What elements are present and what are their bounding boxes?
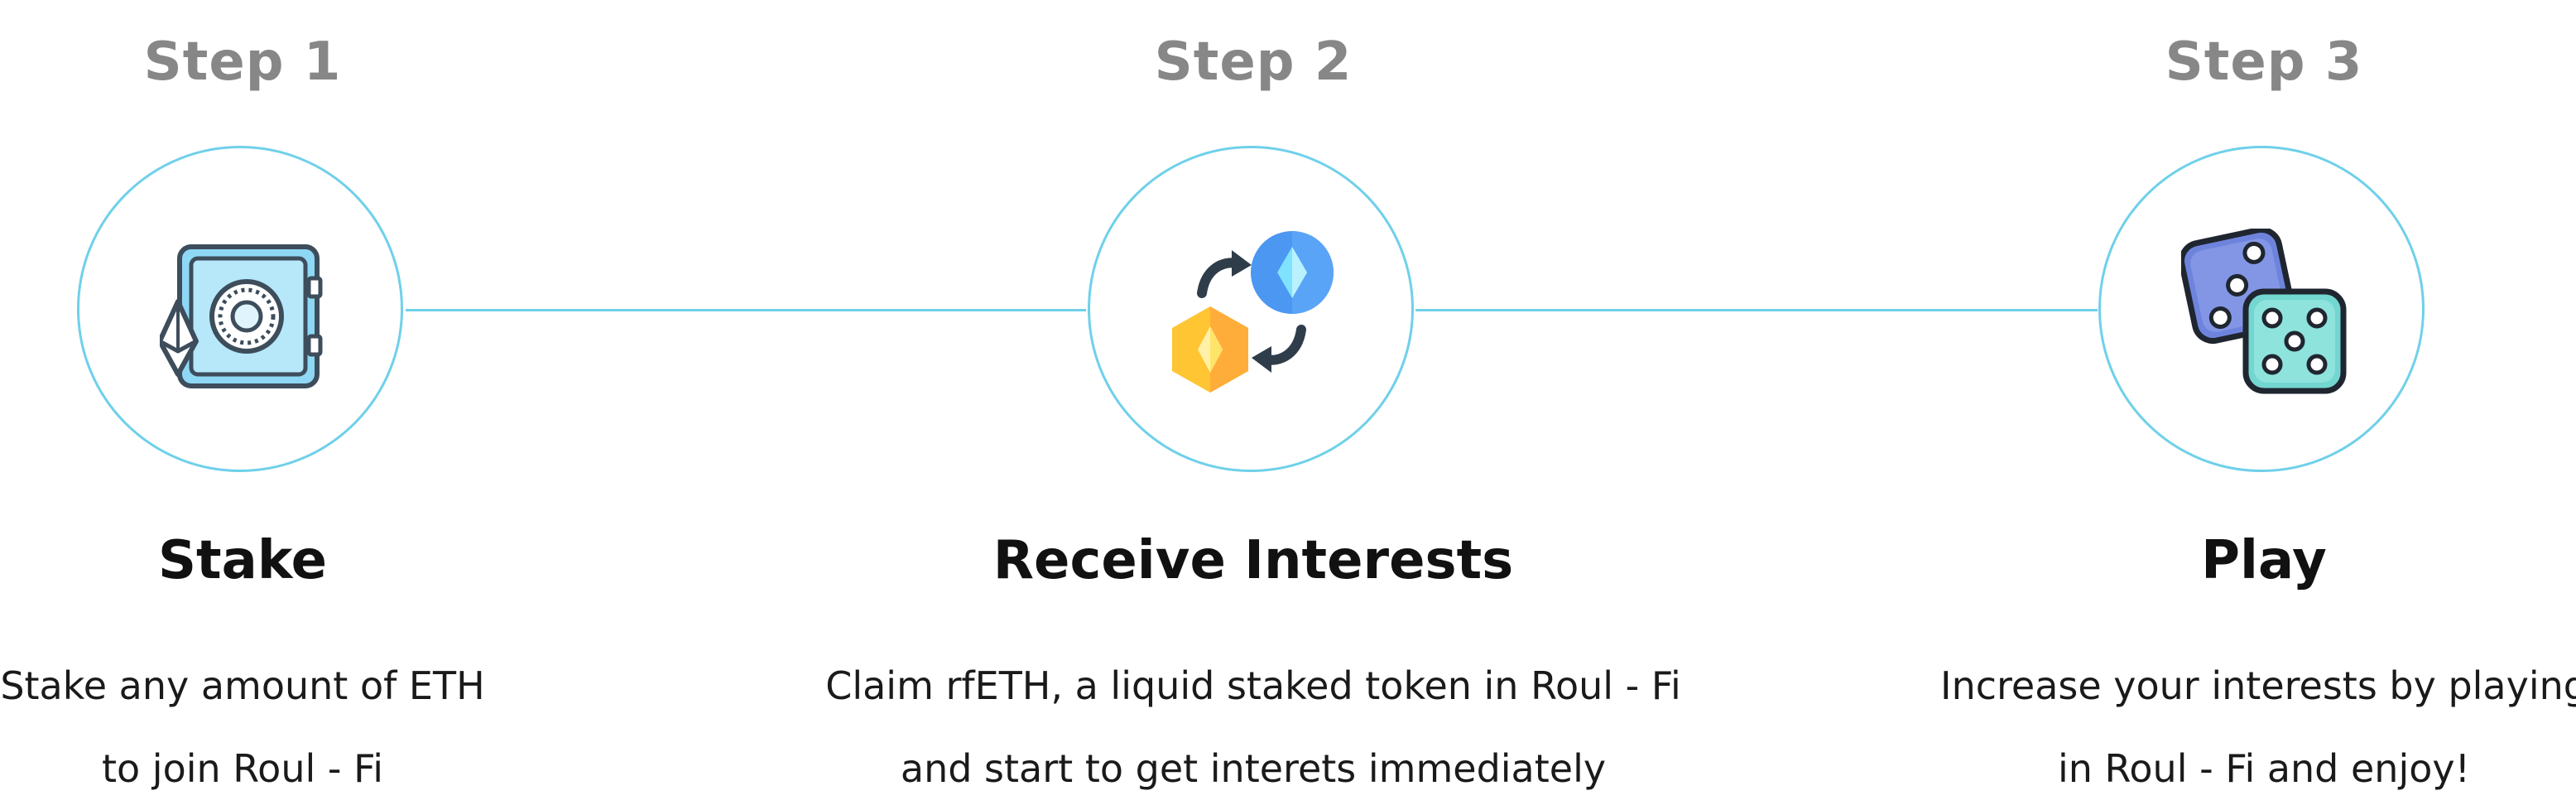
step-description-line: Stake any amount of ETH [0,663,485,708]
step-description: Increase your interests by playing in Ro… [1800,644,2576,810]
step-play: Step 3 Play Increase your interests by p… [1800,0,2576,791]
step-label: Step 2 [1154,31,1353,93]
step-description-line: Increase your interests by playing [1940,663,2576,708]
step-stake: Step 1 Stake Stake any amount of ETH to … [0,0,706,791]
step-title: Play [2201,530,2327,591]
dice-icon [2181,229,2347,394]
step-title: Receive Interests [992,530,1514,591]
step-label: Step 3 [2165,31,2363,93]
step-icon-circle [2098,146,2425,472]
step-description-line: and start to get interets immediately [900,746,1607,791]
token-exchange-icon [1172,231,1334,393]
step-label: Step 1 [143,31,342,93]
step-title: Stake [157,530,328,591]
step-description-line: to join Roul - Fi [102,746,383,791]
step-description: Claim rfETH, a liquid staked token in Ro… [790,644,1717,810]
step-description-line: in Roul - Fi and enjoy! [2057,746,2471,791]
step-receive-interests: Step 2 Receive Interests Claim rfETH, a … [790,0,1717,791]
step-icon-circle [77,146,403,472]
step-description: Stake any amount of ETH to join Roul - F… [0,644,706,810]
step-description-line: Claim rfETH, a liquid staked token in Ro… [825,663,1681,708]
step-icon-circle [1088,146,1414,472]
eth-safe-icon [160,244,323,388]
